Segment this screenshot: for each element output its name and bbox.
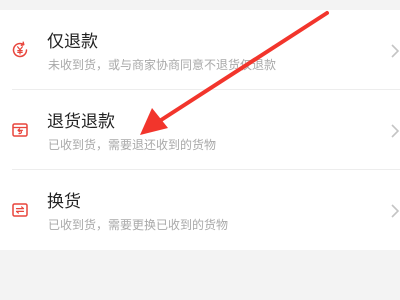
- chevron-right-icon: [390, 203, 400, 219]
- option-exchange[interactable]: 换货 已收到货，需要更换已收到的货物: [0, 170, 400, 250]
- refund-yuan-icon: [10, 40, 30, 60]
- exchange-icon: [10, 200, 30, 220]
- page: 仅退款 未收到货，或与商家协商同意不退货仅退款 退货退款 已收到货，需要退还收到…: [0, 0, 400, 300]
- option-title: 仅退款: [47, 32, 98, 52]
- option-title: 退货退款: [47, 112, 115, 132]
- option-title: 换货: [47, 192, 81, 212]
- option-return-and-refund[interactable]: 退货退款 已收到货，需要退还收到的货物: [0, 90, 400, 170]
- option-description: 未收到货，或与商家协商同意不退货仅退款: [48, 58, 277, 72]
- chevron-right-icon: [390, 123, 400, 139]
- return-box-icon: [10, 120, 30, 140]
- option-description: 已收到货，需要更换已收到的货物: [48, 218, 229, 232]
- option-description: 已收到货，需要退还收到的货物: [48, 138, 217, 152]
- option-refund-only[interactable]: 仅退款 未收到货，或与商家协商同意不退货仅退款: [0, 10, 400, 90]
- after-sale-options-card: 仅退款 未收到货，或与商家协商同意不退货仅退款 退货退款 已收到货，需要退还收到…: [0, 10, 400, 250]
- chevron-right-icon: [390, 43, 400, 59]
